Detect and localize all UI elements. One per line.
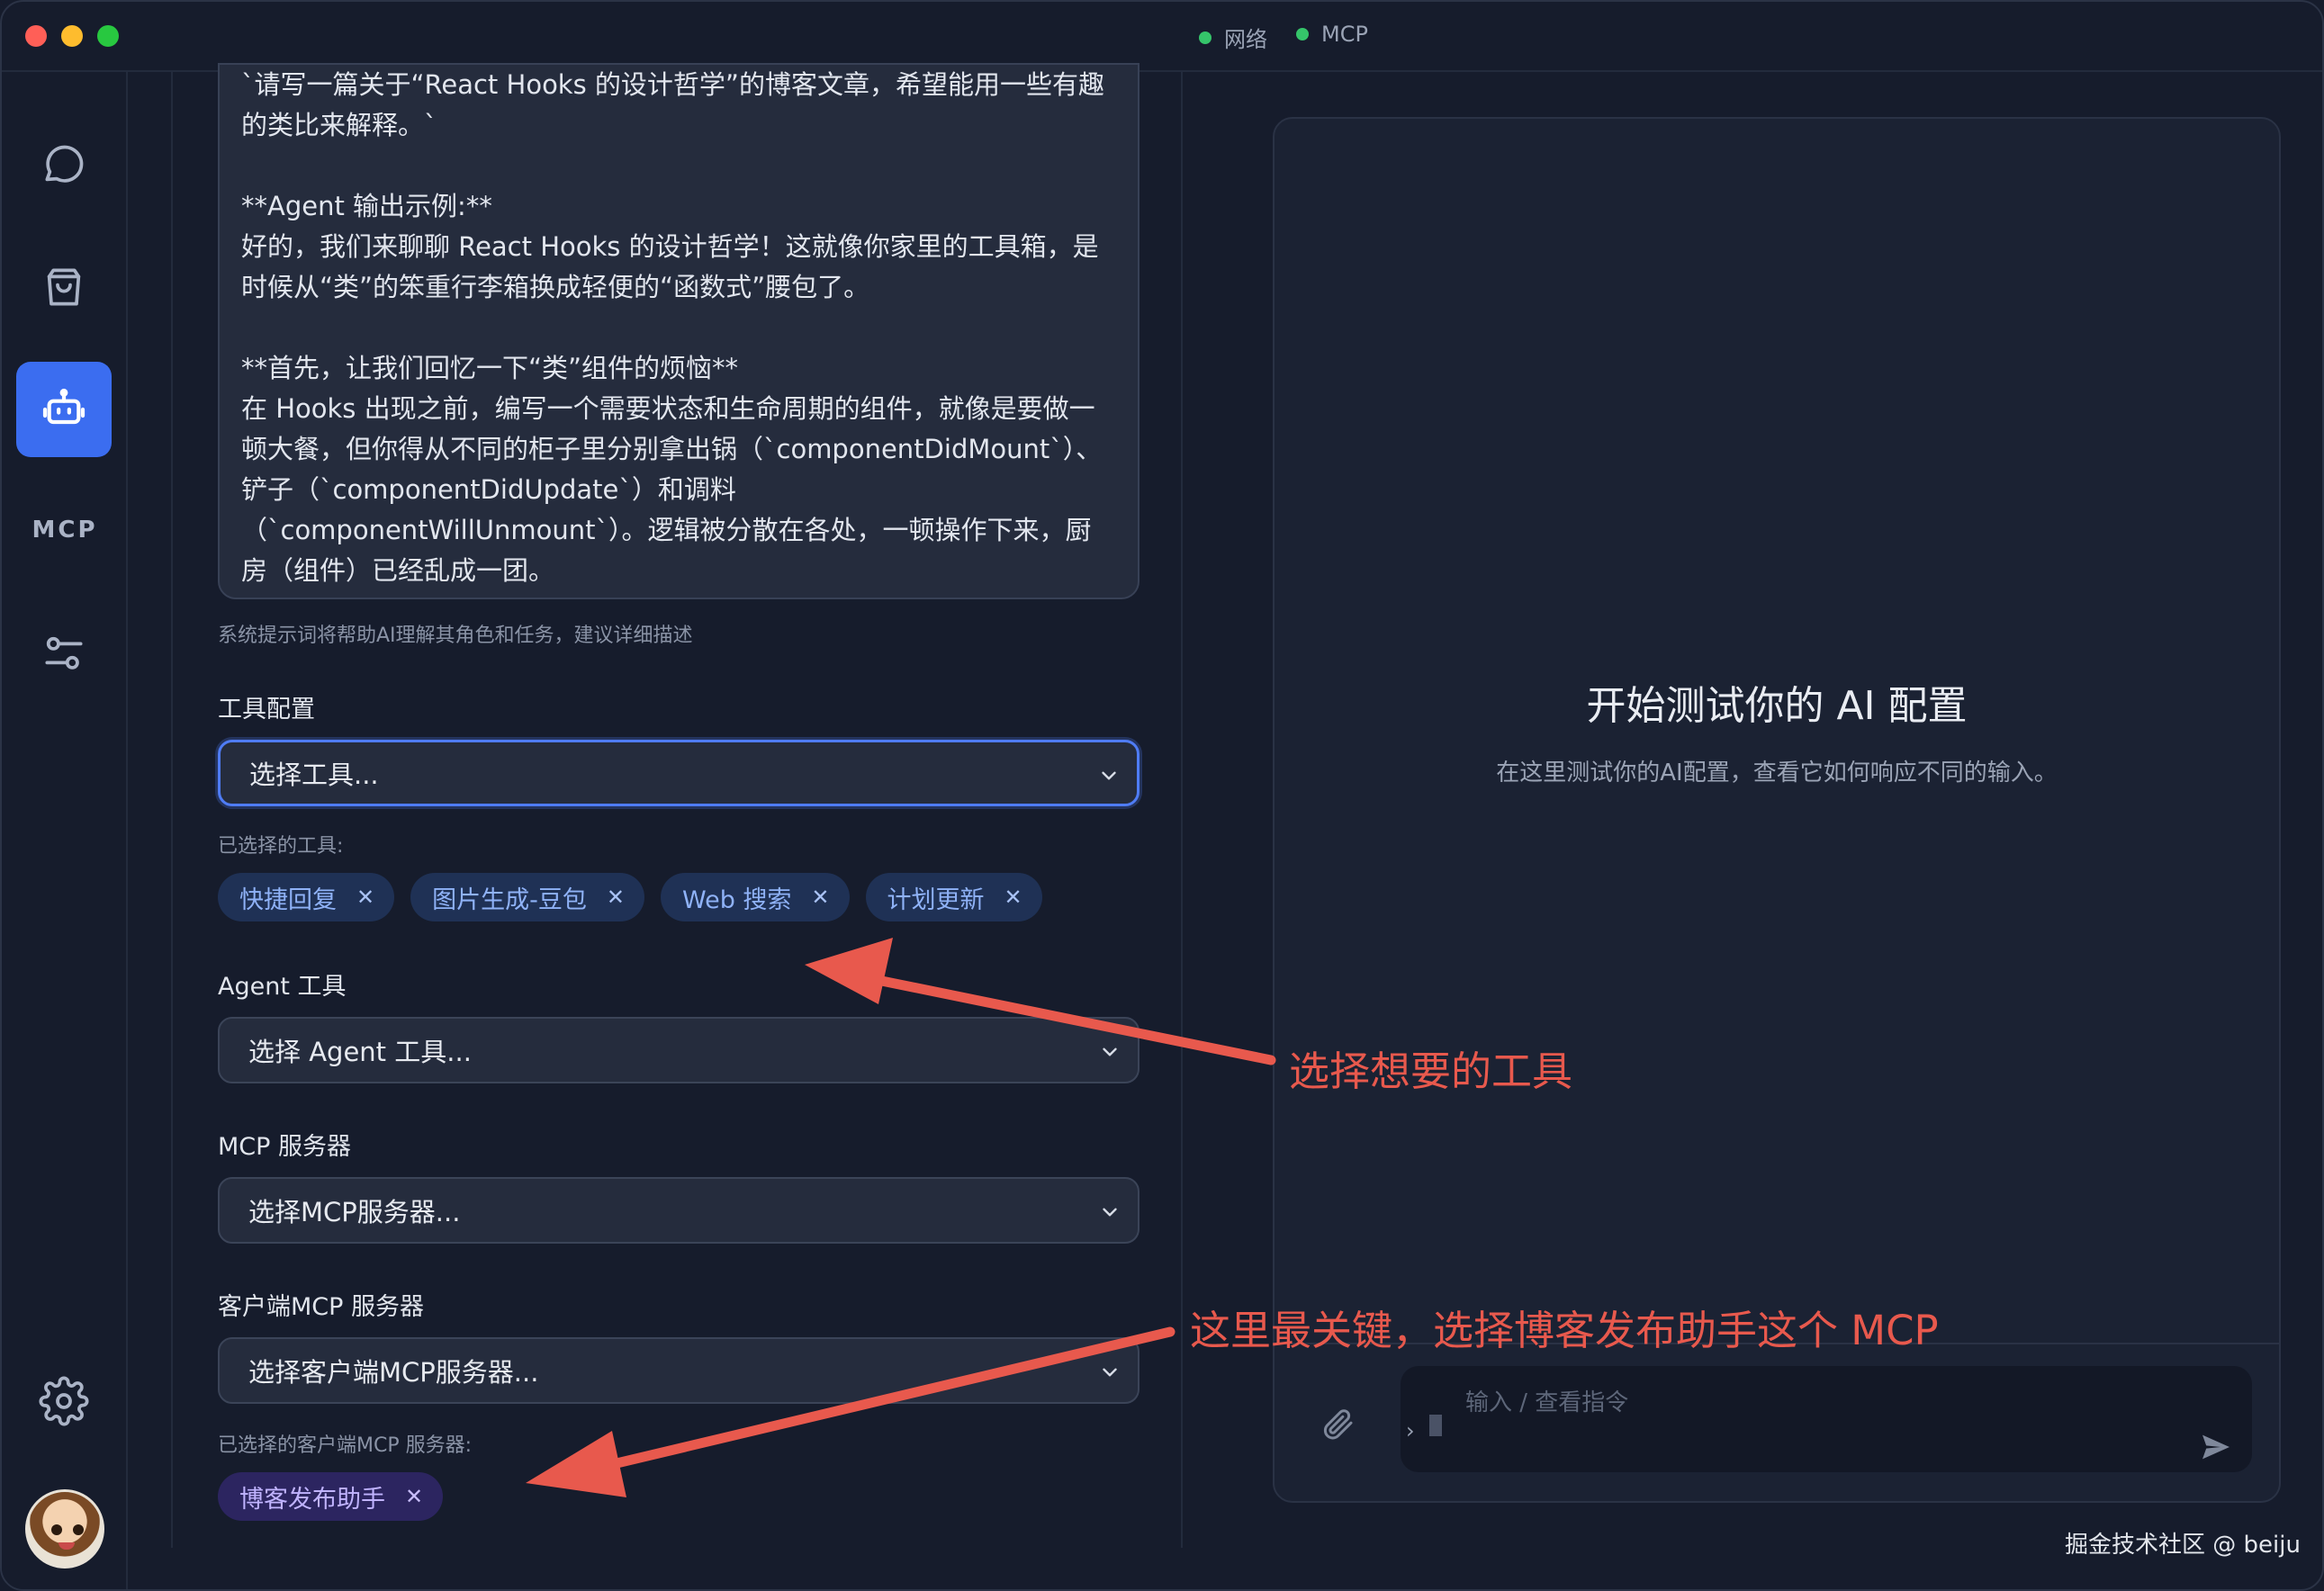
tool-chip-label: 快捷回复: [239, 885, 337, 914]
mcp-status-label: MCP: [1321, 22, 1368, 47]
mcp-annotation: 这里最关键，选择博客发布助手这个 MCP: [1190, 1307, 1939, 1354]
selected-client-mcp-list: 博客发布助手 ✕: [218, 1472, 444, 1521]
tool-chip: 计划更新 ✕: [865, 873, 1042, 921]
mcp-servers-select-value: 选择MCP服务器...: [248, 1197, 461, 1227]
mcp-status-dot: [1296, 28, 1309, 40]
sliders-icon: [45, 636, 83, 670]
prompt-line: 顿大餐，但你得从不同的柜子里分别拿出锅（`componentDidMount`）…: [241, 434, 1103, 464]
user-avatar[interactable]: [25, 1489, 104, 1569]
prompt-line: 在 Hooks 出现之前，编写一个需要状态和生命周期的组件，就像是要做一: [241, 393, 1095, 424]
tools-annotation: 选择想要的工具: [1289, 1047, 1573, 1095]
preview-subtitle: 在这里测试你的AI配置，查看它如何响应不同的输入。: [1496, 760, 2058, 787]
prompt-line: **Agent 输出示例:**: [241, 191, 492, 221]
chevron-down-icon: [1103, 1368, 1117, 1377]
tools-select-value: 选择工具...: [249, 760, 379, 790]
text-cursor: [1429, 1415, 1442, 1436]
sidebar-item-settings[interactable]: [16, 1353, 112, 1449]
selected-client-mcp-label: 已选择的客户端MCP 服务器:: [218, 1434, 473, 1457]
tool-chip: 快捷回复 ✕: [218, 873, 395, 921]
avatar-eye: [73, 1524, 84, 1535]
avatar-mouth: [59, 1542, 75, 1550]
prompt-line: 铲子（`componentDidUpdate`）和调料: [241, 474, 736, 505]
prompt-hint: 系统提示词将帮助AI理解其角色和任务，建议详细描述: [218, 625, 693, 647]
prompt-line: 的类比来解释。`: [241, 110, 437, 140]
sidebar-item-tune[interactable]: [16, 607, 112, 702]
client-mcp-select-value: 选择客户端MCP服务器...: [248, 1357, 539, 1388]
chevron-down-icon: [1103, 1208, 1117, 1217]
remove-icon[interactable]: ✕: [811, 885, 829, 910]
prompt-line: **首先，让我们回忆一下“类”组件的烦恼**: [241, 353, 739, 383]
tools-select[interactable]: 选择工具...: [218, 740, 1139, 806]
network-status-dot: [1199, 31, 1212, 44]
title-bar: 网络 MCP: [2, 2, 2322, 72]
client-mcp-label: 客户端MCP 服务器: [218, 1293, 425, 1321]
prompt-line: 房（组件）已经乱成一团。: [241, 555, 555, 586]
avatar-eye: [51, 1524, 62, 1535]
client-mcp-chip-label: 博客发布助手: [239, 1485, 385, 1514]
chat-bubble-icon: [45, 145, 84, 183]
watermark: 掘金技术社区 @ beiju: [2065, 1532, 2301, 1559]
selected-tools-list: 快捷回复 ✕ 图片生成-豆包 ✕ Web 搜索 ✕ 计划更新 ✕: [218, 873, 1042, 921]
tool-chip-label: 计划更新: [887, 885, 985, 914]
prompt-line: [241, 146, 1116, 186]
agent-tools-label: Agent 工具: [218, 973, 347, 1001]
network-status-label: 网络: [1224, 27, 1267, 52]
prompt-line: 好的，我们来聊聊 React Hooks 的设计哲学！这就像你家里的工具箱，是: [241, 231, 1099, 262]
send-icon[interactable]: [2198, 1429, 2234, 1465]
preview-title: 开始测试你的 AI 配置: [1586, 683, 1968, 729]
shopping-bag-icon: [47, 268, 81, 306]
chat-input-area: › 输入 / 查看指令: [1275, 1343, 2279, 1503]
prompt-line: `请写一篇关于“React Hooks 的设计哲学”的博客文章，希望能用一些有趣: [241, 69, 1104, 100]
sidebar: MCP: [2, 72, 128, 1589]
system-prompt-textarea[interactable]: `请写一篇关于“React Hooks 的设计哲学”的博客文章，希望能用一些有趣…: [218, 63, 1139, 599]
sidebar-item-store[interactable]: [16, 239, 112, 335]
remove-icon[interactable]: ✕: [607, 885, 625, 910]
chat-input[interactable]: › 输入 / 查看指令: [1401, 1366, 2252, 1472]
agent-tools-select[interactable]: 选择 Agent 工具...: [218, 1017, 1139, 1083]
prompt-line: （`componentWillUnmount`）。逻辑被分散在各处，一顿操作下来…: [241, 515, 1092, 545]
sidebar-item-mcp[interactable]: MCP: [2, 517, 128, 544]
tool-chip: Web 搜索 ✕: [660, 873, 850, 921]
chat-input-placeholder: 输入 / 查看指令: [1465, 1389, 1629, 1416]
remove-icon[interactable]: ✕: [405, 1484, 423, 1509]
sidebar-item-agent[interactable]: [16, 362, 112, 457]
sidebar-item-chat[interactable]: [16, 117, 112, 212]
mcp-servers-select[interactable]: 选择MCP服务器...: [218, 1177, 1139, 1244]
tools-label: 工具配置: [218, 696, 315, 724]
tool-chip-label: Web 搜索: [681, 885, 792, 914]
gear-icon: [39, 1376, 89, 1426]
minimize-window-button[interactable]: [61, 25, 83, 47]
remove-icon[interactable]: ✕: [1004, 885, 1022, 910]
paperclip-icon[interactable]: [1320, 1406, 1356, 1442]
prompt-line: 时候从“类”的笨重行李箱换成轻便的“函数式”腰包了。: [241, 272, 870, 302]
tool-chip-label: 图片生成-豆包: [432, 885, 587, 914]
mcp-status: MCP: [1296, 22, 1368, 47]
network-status: 网络: [1199, 22, 1267, 53]
selected-tools-label: 已选择的工具:: [218, 835, 344, 858]
remove-icon[interactable]: ✕: [356, 885, 374, 910]
prompt-caret: ›: [1406, 1418, 1415, 1443]
close-window-button[interactable]: [25, 25, 47, 47]
robot-icon: [42, 388, 86, 425]
tool-chip: 图片生成-豆包 ✕: [410, 873, 644, 921]
client-mcp-select[interactable]: 选择客户端MCP服务器...: [218, 1337, 1139, 1404]
chevron-down-icon: [1103, 1047, 1117, 1056]
app-window: 网络 MCP MCP `请写一篇关于“React Hooks 的设计哲学”的博客…: [0, 0, 2324, 1591]
maximize-window-button[interactable]: [97, 25, 119, 47]
client-mcp-chip: 博客发布助手 ✕: [218, 1472, 444, 1521]
preview-panel: 开始测试你的 AI 配置 在这里测试你的AI配置，查看它如何响应不同的输入。 ›…: [1273, 117, 2281, 1503]
prompt-line: [241, 308, 1116, 348]
agent-config-panel: `请写一篇关于“React Hooks 的设计哲学”的博客文章，希望能用一些有趣…: [171, 63, 1183, 1548]
mcp-servers-label: MCP 服务器: [218, 1133, 352, 1161]
agent-tools-select-value: 选择 Agent 工具...: [248, 1037, 472, 1067]
chevron-down-icon: [1102, 771, 1116, 780]
